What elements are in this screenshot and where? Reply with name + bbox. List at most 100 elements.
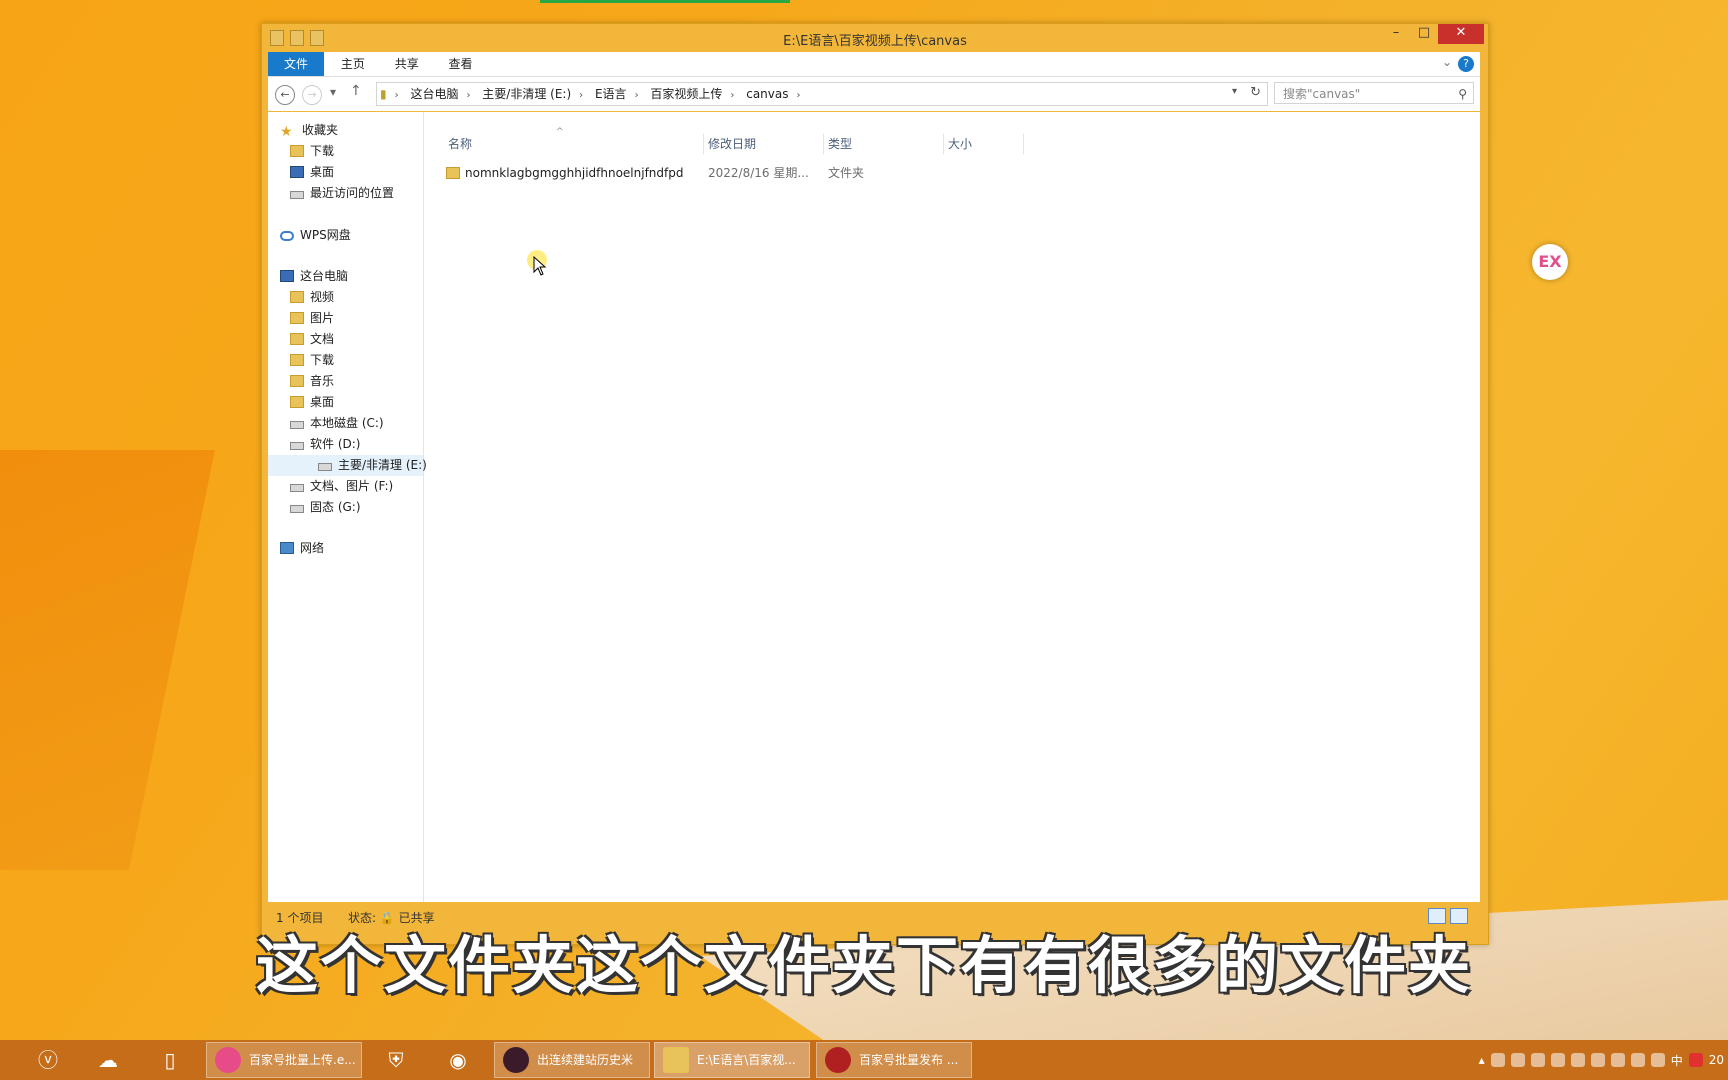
tree-item-drive-d[interactable]: 软件 (D:) <box>290 434 360 455</box>
speed-app-icon[interactable]: ⓥ <box>28 1044 68 1076</box>
breadcrumb[interactable]: 百家视频上传 <box>647 83 725 105</box>
network-tray-icon[interactable] <box>1630 1053 1645 1067</box>
taskbar-task[interactable]: 百家号批量发布 ... <box>816 1042 972 1078</box>
close-button[interactable]: ✕ <box>1438 24 1484 44</box>
tree-item-videos[interactable]: 视频 <box>290 287 334 308</box>
window-title: E:\E语言\百家视频上传\canvas <box>783 34 967 49</box>
tree-item-this-pc[interactable]: 这台电脑 <box>280 266 348 287</box>
ime-indicator[interactable]: 中 <box>1671 1052 1683 1069</box>
desktop-top-bar <box>540 0 790 3</box>
sogou-icon[interactable] <box>1688 1053 1703 1067</box>
tree-item-desktop[interactable]: 桌面 <box>290 162 334 183</box>
nvidia-icon[interactable] <box>1490 1053 1505 1067</box>
drive-icon <box>290 505 304 513</box>
taskbar: ⓥ ☁ ▯ 百家号批量上传.e... ⛨ ◉ 出连续建站历史米 E:\E语言\百… <box>0 1040 1728 1080</box>
breadcrumb[interactable]: 主要/非清理 (E:) <box>479 83 574 105</box>
tree-item-drive-e[interactable]: 主要/非清理 (E:) <box>268 455 427 476</box>
tree-item-downloads-pc[interactable]: 下载 <box>290 350 334 371</box>
breadcrumb[interactable]: 这台电脑 <box>407 83 461 105</box>
column-header-size[interactable]: 大小 <box>944 134 1024 154</box>
address-bar[interactable]: ▮ › 这台电脑 › 主要/非清理 (E:) › E语言 › 百家视频上传 › canva… <box>376 82 1268 106</box>
tree-item-recent[interactable]: 最近访问的位置 <box>290 183 394 204</box>
up-button[interactable]: ↑ <box>350 83 362 99</box>
desktop-folder-icon <box>290 396 304 408</box>
app-icon <box>825 1047 851 1073</box>
tab-home[interactable]: 主页 <box>328 52 378 76</box>
ribbon-tabs: 文件 主页 共享 查看 ⌄ ? <box>268 52 1480 77</box>
tree-item-wps[interactable]: WPS网盘 <box>280 225 351 246</box>
mouse-cursor <box>527 250 547 279</box>
app-tray-icon[interactable] <box>1610 1053 1625 1067</box>
column-header-modified[interactable]: 修改日期 <box>704 134 824 154</box>
file-type: 文件夹 <box>828 166 865 180</box>
tab-share[interactable]: 共享 <box>382 52 432 76</box>
recent-places-icon <box>290 191 304 199</box>
cloud-icon <box>280 231 294 241</box>
download-folder-icon <box>290 354 304 366</box>
app-tray-icon[interactable] <box>1550 1053 1565 1067</box>
app-tray-icon[interactable] <box>1570 1053 1585 1067</box>
desktop-icon <box>290 166 304 178</box>
navigation-pane: ★ 收藏夹 下载 桌面 最近访问的位置 WPS网盘 这台电脑 视频 图片 文档 下… <box>268 112 427 902</box>
tree-item-documents[interactable]: 文档 <box>290 329 334 350</box>
file-modified: 2022/8/16 星期... <box>708 166 809 180</box>
tree-item-downloads[interactable]: 下载 <box>290 141 334 162</box>
help-icon[interactable]: ? <box>1458 56 1474 72</box>
picture-folder-icon <box>290 312 304 324</box>
qq-icon[interactable] <box>1510 1053 1525 1067</box>
taskbar-task-active[interactable]: E:\E语言\百家视... <box>654 1042 810 1078</box>
taskbar-task[interactable]: 出连续建站历史米 <box>494 1042 650 1078</box>
shield-icon[interactable]: ⛨ <box>376 1044 416 1076</box>
recent-locations-icon[interactable]: ▾ <box>330 85 336 99</box>
title-bar[interactable]: E:\E语言\百家视频上传\canvas – □ ✕ <box>262 24 1488 52</box>
tree-item-drive-c[interactable]: 本地磁盘 (C:) <box>290 413 384 434</box>
clock[interactable]: 20 <box>1709 1053 1724 1067</box>
desktop-wallpaper-shape <box>0 450 215 870</box>
breadcrumb[interactable]: canvas <box>743 83 791 105</box>
system-tray: ▴ 中 20 <box>1479 1040 1728 1080</box>
system-drive-icon <box>290 421 304 429</box>
tab-file[interactable]: 文件 <box>268 52 325 76</box>
search-placeholder: 搜索"canvas" <box>1283 87 1361 101</box>
file-name: nomnklagbgmgghhjidfhnoelnjfndfpd <box>465 166 684 180</box>
music-folder-icon <box>290 375 304 387</box>
column-header-name[interactable]: 名称 <box>444 134 704 154</box>
refresh-button[interactable]: ↻ <box>1250 85 1261 100</box>
expand-ribbon-icon[interactable]: ⌄ <box>1442 55 1452 69</box>
app-tray-icon[interactable] <box>1590 1053 1605 1067</box>
navigation-bar: ← → ▾ ↑ ▮ › 这台电脑 › 主要/非清理 (E:) › E语言 › 百家视频上… <box>268 77 1480 111</box>
ex-floating-badge[interactable]: EX <box>1532 244 1568 280</box>
volume-icon[interactable] <box>1650 1053 1665 1067</box>
chevron-down-icon[interactable]: ▾ <box>1232 86 1237 97</box>
app-icon <box>503 1047 529 1073</box>
wechat-icon[interactable]: ☁ <box>88 1044 128 1076</box>
folder-icon: ▮ <box>380 87 387 101</box>
chevron-up-icon[interactable]: ▴ <box>1479 1053 1485 1067</box>
document-folder-icon <box>290 333 304 345</box>
pointer-icon <box>533 255 547 276</box>
search-input[interactable]: 搜索"canvas" ⚲ <box>1274 82 1474 104</box>
tree-item-music[interactable]: 音乐 <box>290 371 334 392</box>
drive-icon <box>290 484 304 492</box>
breadcrumb[interactable]: E语言 <box>592 83 630 105</box>
taskbar-task[interactable]: 百家号批量上传.e... <box>206 1042 362 1078</box>
network-icon <box>280 542 294 554</box>
tree-item-drive-g[interactable]: 固态 (G:) <box>290 497 361 518</box>
maximize-button[interactable]: □ <box>1410 24 1438 44</box>
tree-item-drive-f[interactable]: 文档、图片 (F:) <box>290 476 393 497</box>
column-header-type[interactable]: 类型 <box>824 134 944 154</box>
qq-icon[interactable] <box>1530 1053 1545 1067</box>
chrome-icon[interactable]: ◉ <box>438 1044 478 1076</box>
forward-button[interactable]: → <box>302 85 322 105</box>
video-subtitle: 这个文件夹这个文件夹下有有很多的文件夹 <box>255 929 1472 1002</box>
tree-item-pictures[interactable]: 图片 <box>290 308 334 329</box>
notepad-icon[interactable]: ▯ <box>150 1044 190 1076</box>
back-button[interactable]: ← <box>275 85 295 105</box>
tree-item-network[interactable]: 网络 <box>280 538 324 559</box>
search-icon[interactable]: ⚲ <box>1458 83 1467 105</box>
tree-item-favorites[interactable]: ★ 收藏夹 <box>280 120 338 141</box>
download-folder-icon <box>290 145 304 157</box>
tab-view[interactable]: 查看 <box>436 52 486 76</box>
tree-item-desktop-pc[interactable]: 桌面 <box>290 392 334 413</box>
minimize-button[interactable]: – <box>1382 24 1410 44</box>
